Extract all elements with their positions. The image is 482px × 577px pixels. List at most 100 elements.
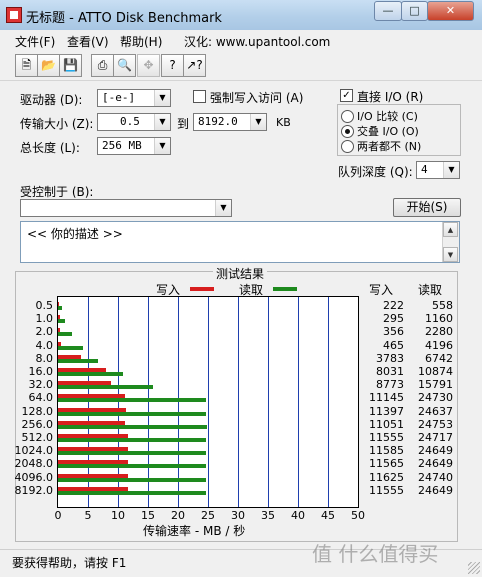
write-value: 11051 [369, 417, 404, 431]
transfer-size-row-label: 1024.0 [14, 444, 54, 458]
transfer-from-value: 0.5 [120, 115, 140, 128]
x-tick-label: 45 [321, 509, 335, 522]
print-icon[interactable]: ⎙ [91, 54, 114, 77]
gridline [208, 297, 209, 507]
transfer-size-row-label: 16.0 [28, 365, 54, 378]
direct-io-label: 直接 I/O (R) [357, 90, 424, 104]
x-tick-label: 50 [351, 509, 365, 522]
read-value: 10874 [418, 365, 453, 378]
read-bar [58, 451, 206, 456]
queue-depth-label: 队列深度 (Q): [338, 165, 413, 179]
context-help-icon[interactable]: ↗? [183, 54, 206, 77]
read-value: 24649 [418, 483, 453, 497]
scroll-up-icon[interactable]: ▲ [443, 222, 458, 237]
total-length-select[interactable]: 256 MB ▼ [97, 137, 171, 155]
read-bar [58, 358, 99, 363]
write-value: 11565 [369, 457, 404, 471]
write-value: 222 [383, 299, 404, 312]
read-value: 24753 [418, 417, 453, 431]
controlled-by-label: 受控制于 (B): [20, 185, 94, 199]
write-value: 11555 [369, 431, 404, 444]
help-icon[interactable]: ? [161, 54, 184, 77]
force-write-label: 强制写入访问 (A) [210, 91, 304, 105]
close-button[interactable]: ✕ [427, 1, 474, 21]
new-icon[interactable]: 🗎 [15, 54, 38, 77]
io-compare-radio[interactable] [341, 110, 354, 123]
write-value: 465 [383, 338, 404, 352]
read-bar [58, 345, 84, 350]
gridline [238, 297, 239, 507]
maximize-button[interactable]: □ [401, 1, 428, 21]
overlap-io-label: 交叠 I/O (O) [357, 125, 419, 138]
legend-read-swatch [273, 287, 297, 291]
controlled-by-select[interactable]: ▼ [20, 199, 232, 217]
queue-depth-select[interactable]: 4 ▼ [416, 161, 460, 179]
force-write-checkbox[interactable] [193, 90, 206, 103]
legend-write-swatch [190, 287, 214, 291]
x-tick-label: 0 [54, 509, 62, 522]
read-value: 24637 [418, 404, 453, 418]
neither-radio[interactable] [341, 140, 354, 153]
chevron-down-icon: ▼ [154, 90, 170, 106]
read-value: 24730 [418, 391, 453, 405]
neither-label: 两者都不 (N) [357, 140, 422, 153]
menu-localization[interactable]: 汉化: www.upantool.com [184, 33, 330, 50]
window-title: 无标题 - ATTO Disk Benchmark [26, 11, 222, 26]
direct-io-checkbox[interactable]: ✓ [340, 89, 353, 102]
chevron-down-icon: ▼ [154, 114, 170, 130]
transfer-size-row-label: 0.5 [35, 299, 54, 312]
description-scrollbar[interactable]: ▲ ▼ [442, 222, 459, 262]
read-value: 4196 [425, 338, 453, 352]
chevron-down-icon: ▼ [443, 162, 459, 178]
start-button[interactable]: 开始(S) [393, 198, 461, 217]
transfer-size-row-label: 2.0 [35, 325, 54, 339]
x-tick-label: 40 [291, 509, 305, 522]
watermark-logo: 值 什么值得买 [312, 542, 439, 566]
write-value: 11145 [369, 391, 404, 405]
write-value: 3783 [376, 351, 404, 365]
results-title: 测试结果 [213, 265, 268, 282]
chevron-down-icon: ▼ [215, 200, 231, 216]
drive-select[interactable]: [-e-] ▼ [97, 89, 171, 107]
overlap-io-radio[interactable] [341, 125, 354, 138]
drive-label: 驱动器 (D): [20, 93, 83, 107]
total-length-value: 256 MB [102, 139, 142, 152]
move-icon[interactable]: ✥ [137, 54, 160, 77]
gridline [298, 297, 299, 507]
description-box[interactable]: << 你的描述 >> ▲ ▼ [20, 221, 460, 263]
write-value: 11585 [369, 444, 404, 458]
write-value: 11555 [369, 483, 404, 497]
transfer-size-row-label: 32.0 [28, 378, 54, 392]
description-text: << 你的描述 >> [27, 227, 123, 241]
minimize-button[interactable]: — [374, 1, 402, 21]
save-icon[interactable]: 💾 [59, 54, 82, 77]
x-tick-label: 20 [171, 509, 185, 522]
x-tick-label: 5 [84, 509, 92, 522]
read-bar [58, 411, 206, 416]
transfer-from-select[interactable]: 0.5 ▼ [97, 113, 171, 131]
chevron-down-icon: ▼ [250, 114, 266, 130]
write-value: 295 [383, 312, 404, 326]
read-bar [58, 372, 124, 376]
resize-grip-icon[interactable] [468, 562, 480, 574]
io-compare-label: I/O 比较 (C) [357, 110, 418, 123]
transfer-size-row-label: 4096.0 [14, 470, 54, 484]
menu-view[interactable]: 查看(V) [67, 33, 109, 50]
read-value: 24649 [418, 457, 453, 471]
read-bar [58, 490, 206, 495]
scroll-down-icon[interactable]: ▼ [443, 247, 458, 262]
write-value: 8773 [376, 378, 404, 392]
chevron-down-icon: ▼ [154, 138, 170, 154]
open-icon[interactable]: 📂 [37, 54, 60, 77]
read-bar [58, 398, 207, 403]
menu-file[interactable]: 文件(F) [15, 33, 55, 50]
read-value: 15791 [418, 378, 453, 392]
read-bar [58, 477, 207, 482]
x-axis-label: 传输速率 - MB / 秒 [143, 524, 246, 538]
menu-help[interactable]: 帮助(H) [120, 33, 162, 50]
transfer-to-select[interactable]: 8192.0 ▼ [193, 113, 267, 131]
print-preview-icon[interactable]: 🔍 [113, 54, 136, 77]
bar-chart [57, 296, 359, 508]
read-value: 1160 [425, 312, 453, 326]
gridline [268, 297, 269, 507]
